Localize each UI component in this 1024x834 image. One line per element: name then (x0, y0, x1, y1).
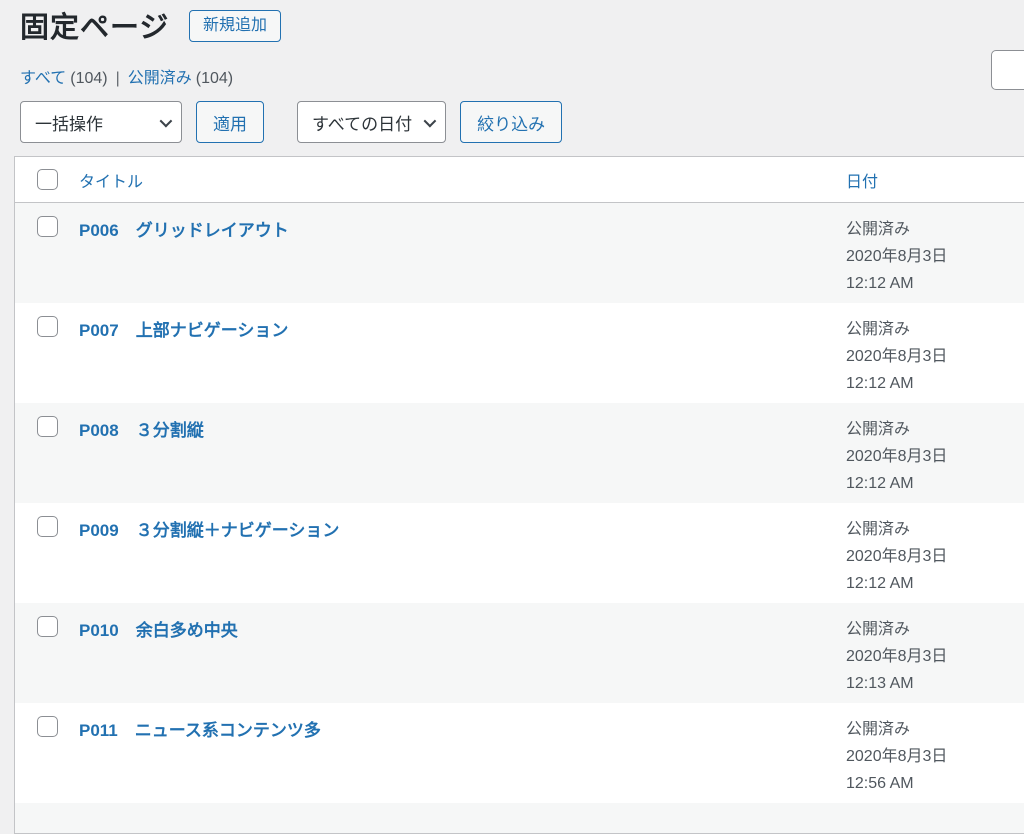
time-text: 12:56 AM (846, 770, 1024, 797)
chevron-down-icon (424, 114, 437, 127)
status-text: 公開済み (846, 416, 1024, 443)
header-title-cell: タイトル (79, 168, 846, 192)
page-title-link[interactable]: P008 ３分割縦 (79, 421, 204, 440)
table-row: P007 上部ナビゲーション 公開済み 2020年8月3日 12:12 AM (15, 303, 1024, 403)
sort-by-date-link[interactable]: 日付 (846, 174, 878, 191)
time-text: 12:12 AM (846, 570, 1024, 597)
status-text: 公開済み (846, 616, 1024, 643)
row-checkbox[interactable] (37, 216, 58, 237)
sort-by-title-link[interactable]: タイトル (79, 174, 143, 191)
status-text: 公開済み (846, 716, 1024, 743)
header-checkbox-cell (15, 169, 79, 190)
date-text: 2020年8月3日 (846, 743, 1024, 770)
header-date-cell: 日付 (846, 168, 1024, 192)
table-row: P006 グリッドレイアウト 公開済み 2020年8月3日 12:12 AM (15, 203, 1024, 303)
page-title-link[interactable]: P009 ３分割縦＋ナビゲーション (79, 521, 339, 540)
bulk-actions-toolbar: 一括操作 適用 すべての日付 絞り込み (20, 101, 562, 143)
bulk-action-selected-value: 一括操作 (35, 110, 103, 135)
date-text: 2020年8月3日 (846, 443, 1024, 470)
view-all-link[interactable]: すべて (20, 70, 66, 87)
time-text: 12:12 AM (846, 370, 1024, 397)
date-text: 2020年8月3日 (846, 643, 1024, 670)
table-row: P009 ３分割縦＋ナビゲーション 公開済み 2020年8月3日 12:12 A… (15, 503, 1024, 603)
status-text: 公開済み (846, 516, 1024, 543)
table-row: P011 ニュース系コンテンツ多 公開済み 2020年8月3日 12:56 AM (15, 703, 1024, 803)
view-filter-links: すべて(104)|公開済み(104) (20, 64, 233, 88)
date-text: 2020年8月3日 (846, 543, 1024, 570)
row-checkbox[interactable] (37, 516, 58, 537)
row-checkbox[interactable] (37, 616, 58, 637)
filter-button[interactable]: 絞り込み (460, 101, 562, 143)
date-cell: 公開済み 2020年8月3日 12:12 AM (846, 216, 1024, 303)
table-row: P008 ３分割縦 公開済み 2020年8月3日 12:12 AM (15, 403, 1024, 503)
date-cell: 公開済み 2020年8月3日 12:56 AM (846, 716, 1024, 803)
date-filter-select[interactable]: すべての日付 (297, 101, 446, 143)
time-text: 12:12 AM (846, 270, 1024, 297)
table-header-row: タイトル 日付 (15, 157, 1024, 203)
view-separator: | (116, 70, 120, 87)
status-text: 公開済み (846, 316, 1024, 343)
page-title-link[interactable]: P006 グリッドレイアウト (79, 221, 289, 240)
next-row-partial (15, 803, 1024, 833)
date-cell: 公開済み 2020年8月3日 12:12 AM (846, 416, 1024, 503)
pages-list-table: タイトル 日付 P006 グリッドレイアウト 公開済み 2020年8月3日 12… (14, 156, 1024, 834)
row-checkbox[interactable] (37, 416, 58, 437)
select-all-checkbox[interactable] (37, 169, 58, 190)
page-title-link[interactable]: P011 ニュース系コンテンツ多 (79, 721, 321, 740)
view-all-count: (104) (70, 70, 107, 87)
search-input[interactable] (991, 50, 1024, 90)
add-new-button[interactable]: 新規追加 (189, 10, 281, 42)
time-text: 12:13 AM (846, 670, 1024, 697)
date-text: 2020年8月3日 (846, 343, 1024, 370)
bulk-action-select[interactable]: 一括操作 (20, 101, 182, 143)
date-cell: 公開済み 2020年8月3日 12:12 AM (846, 516, 1024, 603)
page-title-link[interactable]: P007 上部ナビゲーション (79, 321, 288, 340)
page-title-link[interactable]: P010 余白多め中央 (79, 621, 238, 640)
table-row: P010 余白多め中央 公開済み 2020年8月3日 12:13 AM (15, 603, 1024, 703)
row-checkbox[interactable] (37, 716, 58, 737)
row-checkbox[interactable] (37, 316, 58, 337)
time-text: 12:12 AM (846, 470, 1024, 497)
date-text: 2020年8月3日 (846, 243, 1024, 270)
page-title: 固定ページ (20, 4, 169, 46)
view-published-link[interactable]: 公開済み (128, 70, 192, 87)
status-text: 公開済み (846, 216, 1024, 243)
view-published-count: (104) (196, 70, 233, 87)
chevron-down-icon (160, 114, 173, 127)
date-cell: 公開済み 2020年8月3日 12:13 AM (846, 616, 1024, 703)
date-cell: 公開済み 2020年8月3日 12:12 AM (846, 316, 1024, 403)
date-filter-selected-value: すべての日付 (312, 110, 412, 135)
apply-button[interactable]: 適用 (196, 101, 264, 143)
